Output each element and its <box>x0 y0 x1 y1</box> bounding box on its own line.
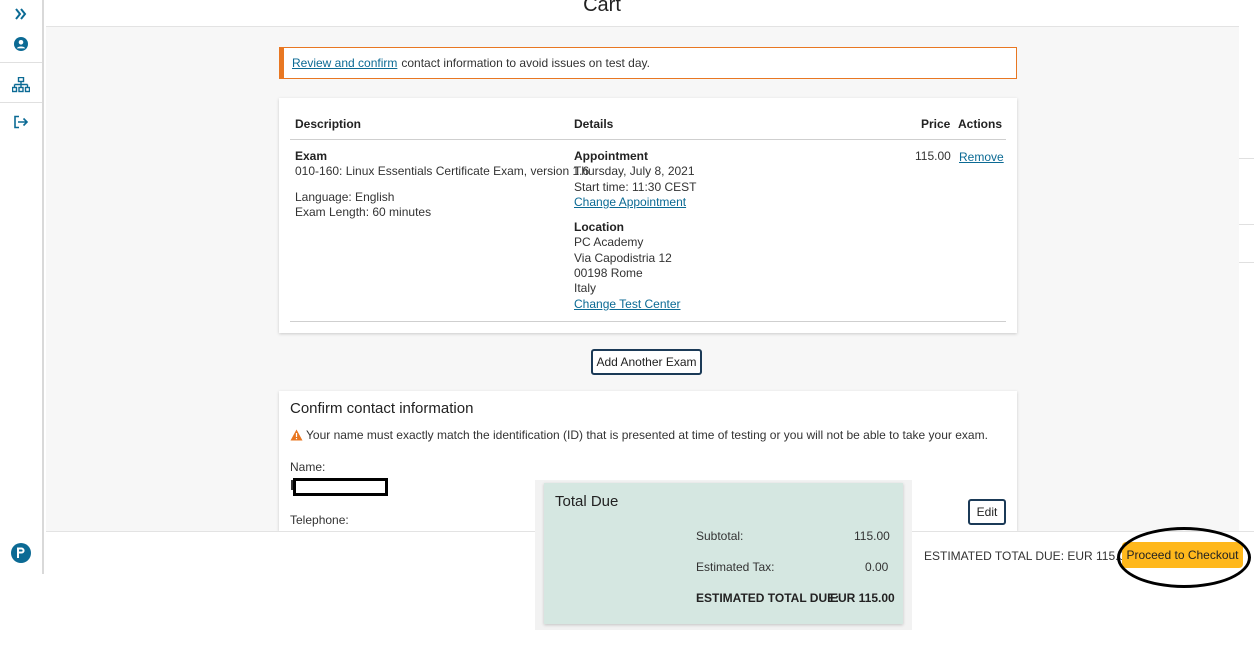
header-price: Price <box>921 117 951 131</box>
subtotal-value: 115.00 <box>854 529 890 543</box>
exam-type: Exam <box>295 149 328 163</box>
right-edge <box>1239 27 1254 531</box>
sidebar <box>0 0 44 574</box>
contact-alert: Review and confirm contact information t… <box>279 47 1017 79</box>
exam-length: Exam Length: 60 minutes <box>295 204 432 219</box>
location-street: Via Capodistria 12 <box>574 250 672 265</box>
header-description: Description <box>295 117 362 131</box>
remove-link[interactable]: Remove <box>959 150 1004 165</box>
change-test-center-link[interactable]: Change Test Center <box>574 297 681 311</box>
subtotal-label: Subtotal: <box>696 529 744 543</box>
header-actions: Actions <box>958 117 1003 131</box>
total-due-title: Total Due <box>555 493 619 510</box>
location-name: PC Academy <box>574 235 644 250</box>
tax-label: Estimated Tax: <box>696 560 775 574</box>
telephone-label: Telephone: <box>290 513 349 527</box>
change-appointment-link[interactable]: Change Appointment <box>574 195 686 209</box>
location-city: 00198 Rome <box>574 266 643 281</box>
warning-text: Your name must exactly match the identif… <box>306 428 988 442</box>
name-warning: Your name must exactly match the identif… <box>290 428 988 442</box>
contact-title: Confirm contact information <box>290 400 474 417</box>
appointment-heading: Appointment <box>574 149 648 163</box>
appointment-start-time: Start time: 11:30 CEST <box>574 179 697 194</box>
user-icon[interactable] <box>0 36 42 52</box>
tax-value: 0.00 <box>865 560 889 574</box>
page-title: Cart <box>583 0 621 16</box>
location-heading: Location <box>574 220 624 235</box>
name-label: Name: <box>290 460 326 474</box>
redacted-name <box>293 478 388 496</box>
edit-button[interactable]: Edit <box>968 499 1006 525</box>
exam-description: Exam 010-160: Linux Essentials Certifica… <box>295 149 589 220</box>
location-country: Italy <box>574 281 597 296</box>
alert-text: contact information to avoid issues on t… <box>401 56 650 70</box>
warning-icon <box>290 429 303 441</box>
sign-out-icon[interactable] <box>0 114 42 130</box>
review-confirm-link[interactable]: Review and confirm <box>292 56 397 70</box>
add-another-exam-button[interactable]: Add Another Exam <box>591 349 702 375</box>
total-due-panel: Total Due Subtotal: 115.00 Estimated Tax… <box>535 480 912 630</box>
highlight-circle <box>1117 527 1251 588</box>
appointment-date: Thursday, July 8, 2021 <box>574 164 695 179</box>
estimated-total-value: EUR 115.00 <box>830 591 895 605</box>
pearson-logo-icon[interactable] <box>0 543 42 563</box>
sitemap-icon[interactable] <box>0 76 42 94</box>
exam-price: 115.00 <box>915 149 951 163</box>
cart-table: Description Details Price Actions Exam 0… <box>279 98 1017 333</box>
estimated-total-label: ESTIMATED TOTAL DUE: <box>696 591 840 605</box>
footer-estimated-total: ESTIMATED TOTAL DUE: EUR 115.00 <box>924 549 1132 563</box>
exam-details: Appointment Thursday, July 8, 2021 Start… <box>574 149 697 312</box>
header-details: Details <box>574 117 614 131</box>
exam-language: Language: English <box>295 189 395 204</box>
total-due-card: Total Due Subtotal: 115.00 Estimated Tax… <box>544 483 903 624</box>
exam-name: 010-160: Linux Essentials Certificate Ex… <box>295 164 590 179</box>
